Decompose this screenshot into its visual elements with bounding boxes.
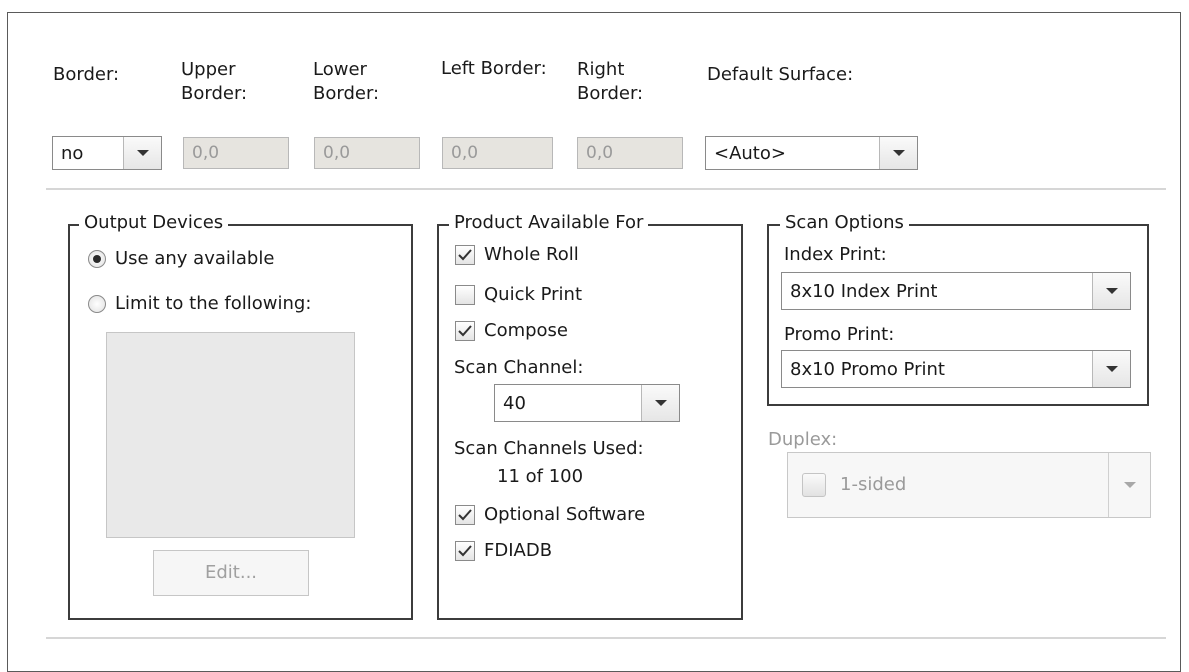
checkmark-icon xyxy=(455,244,475,265)
output-devices-title: Output Devices xyxy=(79,212,229,234)
default-surface-value: <Auto> xyxy=(714,142,786,164)
top-divider xyxy=(46,188,1166,190)
edit-button: Edit... xyxy=(153,550,309,596)
left-border-field: 0,0 xyxy=(442,137,553,169)
radio-dot-icon xyxy=(88,249,106,268)
border-label: Border: xyxy=(53,64,120,85)
right-border-field: 0,0 xyxy=(577,137,683,169)
optional-software-label: Optional Software xyxy=(484,504,646,525)
whole-roll-label: Whole Roll xyxy=(484,244,579,265)
upper-border-field: 0,0 xyxy=(183,137,289,169)
radio-empty-icon xyxy=(88,294,106,313)
border-value: no xyxy=(61,142,84,164)
limit-to-following-radio[interactable]: Limit to the following: xyxy=(88,293,311,314)
use-any-available-radio[interactable]: Use any available xyxy=(88,248,274,269)
promo-print-dropdown[interactable]: 8x10 Promo Print xyxy=(781,350,1131,388)
compose-checkbox[interactable]: Compose xyxy=(455,320,568,341)
duplex-label: Duplex: xyxy=(768,429,838,450)
chevron-down-icon[interactable] xyxy=(641,385,679,421)
quick-print-label: Quick Print xyxy=(484,284,583,305)
chevron-down-icon[interactable] xyxy=(1092,351,1130,387)
scan-channels-used-label: Scan Channels Used: xyxy=(454,438,644,459)
scan-channels-used-value: 11 of 100 xyxy=(497,466,584,487)
default-surface-label: Default Surface: xyxy=(707,64,854,85)
index-print-label: Index Print: xyxy=(784,244,887,265)
duplex-value: 1-sided xyxy=(840,474,907,495)
lower-border-label: Lower Border: xyxy=(313,59,380,104)
unchecked-box-icon xyxy=(455,284,475,305)
limit-to-following-label: Limit to the following: xyxy=(115,293,312,314)
checkmark-icon xyxy=(455,504,475,525)
border-dropdown[interactable]: no xyxy=(52,136,162,170)
use-any-available-label: Use any available xyxy=(115,248,275,269)
scan-options-title: Scan Options xyxy=(780,212,909,234)
right-border-label: Right Border: xyxy=(577,59,644,104)
scan-channel-dropdown[interactable]: 40 xyxy=(494,384,680,422)
checkmark-icon xyxy=(455,540,475,561)
fdiadb-label: FDIADB xyxy=(484,540,553,561)
scan-channel-label: Scan Channel: xyxy=(454,357,584,378)
default-surface-dropdown[interactable]: <Auto> xyxy=(705,136,918,170)
compose-label: Compose xyxy=(484,320,569,341)
chevron-down-icon xyxy=(1108,453,1150,517)
chevron-down-icon[interactable] xyxy=(879,137,917,169)
chevron-down-icon[interactable] xyxy=(123,137,161,169)
index-print-dropdown[interactable]: 8x10 Index Print xyxy=(781,272,1131,310)
optional-software-checkbox[interactable]: Optional Software xyxy=(455,504,645,525)
product-available-title: Product Available For xyxy=(449,212,649,234)
promo-print-label: Promo Print: xyxy=(784,324,895,345)
fdiadb-checkbox[interactable]: FDIADB xyxy=(455,540,552,561)
whole-roll-checkbox[interactable]: Whole Roll xyxy=(455,244,579,265)
duplex-dropdown: 1-sided xyxy=(787,452,1151,518)
quick-print-checkbox[interactable]: Quick Print xyxy=(455,284,582,305)
bottom-divider xyxy=(46,637,1166,639)
left-border-label: Left Border: xyxy=(441,58,547,79)
scan-channel-value: 40 xyxy=(503,392,526,414)
promo-print-value: 8x10 Promo Print xyxy=(790,358,945,380)
checkmark-icon xyxy=(455,320,475,341)
sided-page-icon xyxy=(802,473,826,497)
chevron-down-icon[interactable] xyxy=(1092,273,1130,309)
lower-border-field: 0,0 xyxy=(314,137,420,169)
upper-border-label: Upper Border: xyxy=(181,59,248,104)
device-list xyxy=(106,332,355,538)
index-print-value: 8x10 Index Print xyxy=(790,280,938,302)
